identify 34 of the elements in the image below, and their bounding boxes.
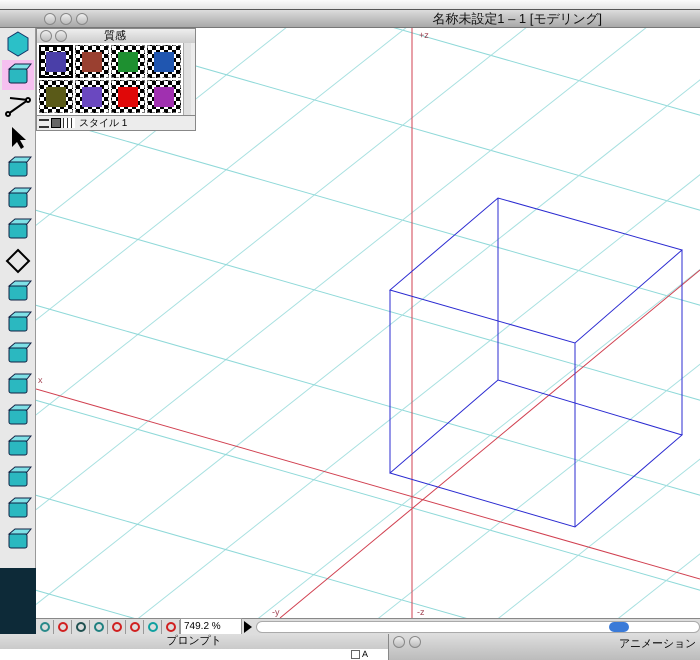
- material-swatch[interactable]: [75, 45, 109, 78]
- material-swatch[interactable]: [147, 45, 181, 78]
- panel-title: アニメーション: [619, 637, 696, 652]
- material-swatch[interactable]: [111, 80, 145, 113]
- axis-label: -y: [272, 606, 280, 618]
- preview-view-icon[interactable]: [51, 118, 61, 128]
- list-view-icon[interactable]: [39, 118, 49, 128]
- grid-view-icon[interactable]: [63, 118, 75, 128]
- material-swatch[interactable]: [39, 80, 73, 113]
- window-control-button[interactable]: [393, 636, 405, 648]
- axis-label: x: [38, 374, 42, 387]
- scroll-track[interactable]: [256, 620, 700, 632]
- zoom-level: 749.2 %: [180, 618, 242, 635]
- material-swatch[interactable]: [75, 80, 109, 113]
- material-swatch[interactable]: [39, 45, 73, 78]
- style-name: スタイル 1: [79, 116, 128, 130]
- scroll-thumb[interactable]: [609, 622, 629, 632]
- window-control-button[interactable]: [44, 12, 56, 24]
- window-title: 名称未設定1 – 1 [モデリング]: [432, 10, 602, 28]
- panel-title: プロンプト: [166, 634, 222, 649]
- material-swatch[interactable]: [111, 45, 145, 78]
- window-control-button[interactable]: [40, 30, 52, 42]
- scroll-bar[interactable]: [183, 43, 191, 115]
- checkbox[interactable]: [350, 650, 360, 659]
- tool-icon: [4, 247, 32, 275]
- checkbox-label: A: [362, 650, 368, 659]
- material-swatch[interactable]: [147, 80, 181, 113]
- window-control-button[interactable]: [409, 636, 421, 648]
- window-control-button[interactable]: [55, 30, 67, 42]
- window-control-button[interactable]: [60, 12, 72, 24]
- axis-label: -z: [417, 606, 424, 618]
- palette-title: 質感: [104, 30, 126, 42]
- tool-button[interactable]: [2, 60, 34, 90]
- window-control-button[interactable]: [76, 12, 88, 24]
